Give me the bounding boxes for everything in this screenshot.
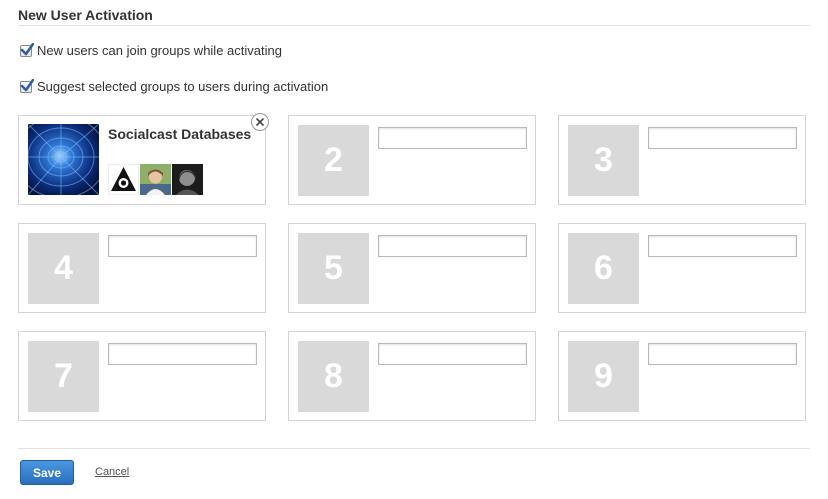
- group-image: [28, 124, 99, 195]
- group-slot-8: 8: [288, 331, 536, 421]
- group-search-input[interactable]: [108, 343, 257, 365]
- remove-group-button[interactable]: [251, 113, 269, 131]
- title-divider: [18, 25, 810, 26]
- close-icon: [256, 118, 264, 126]
- group-name: Socialcast Databases: [108, 126, 252, 142]
- option-suggest-groups[interactable]: Suggest selected groups to users during …: [20, 78, 329, 94]
- group-slot-9: 9: [558, 331, 806, 421]
- group-slot-5: 5: [288, 223, 536, 313]
- group-slot-2: 2: [288, 115, 536, 205]
- slot-number-placeholder: 3: [568, 125, 639, 196]
- group-search-input[interactable]: [648, 235, 797, 257]
- checkbox-suggest-groups[interactable]: [20, 78, 34, 93]
- checkmark-icon: [20, 78, 34, 91]
- group-search-input[interactable]: [378, 127, 527, 149]
- group-search-input[interactable]: [378, 343, 527, 365]
- section-title: New User Activation: [18, 7, 153, 23]
- slot-number-placeholder: 7: [28, 341, 99, 412]
- slot-number-placeholder: 6: [568, 233, 639, 304]
- slot-number-placeholder: 5: [298, 233, 369, 304]
- slot-number-placeholder: 9: [568, 341, 639, 412]
- slot-number-placeholder: 4: [28, 233, 99, 304]
- group-slot-4: 4: [18, 223, 266, 313]
- cancel-link[interactable]: Cancel: [95, 466, 129, 478]
- group-search-input[interactable]: [378, 235, 527, 257]
- footer-divider: [18, 448, 810, 449]
- member-avatar: [108, 164, 139, 195]
- group-search-input[interactable]: [648, 343, 797, 365]
- member-avatar: [140, 164, 171, 195]
- checkbox-join-groups[interactable]: [20, 42, 34, 57]
- slot-number-placeholder: 8: [298, 341, 369, 412]
- option-label: New users can join groups while activati…: [37, 43, 282, 58]
- member-avatars: [108, 164, 203, 195]
- save-button[interactable]: Save: [20, 460, 74, 485]
- group-slot-1: Socialcast Databases: [18, 113, 269, 205]
- group-slot-7: 7: [18, 331, 266, 421]
- group-search-input[interactable]: [108, 235, 257, 257]
- group-search-input[interactable]: [648, 127, 797, 149]
- slot-number-placeholder: 2: [298, 125, 369, 196]
- checkmark-icon: [20, 42, 34, 55]
- member-avatar: [172, 164, 203, 195]
- option-join-groups[interactable]: New users can join groups while activati…: [20, 42, 282, 58]
- option-label: Suggest selected groups to users during …: [37, 79, 329, 94]
- group-slot-3: 3: [558, 115, 806, 205]
- group-slot-6: 6: [558, 223, 806, 313]
